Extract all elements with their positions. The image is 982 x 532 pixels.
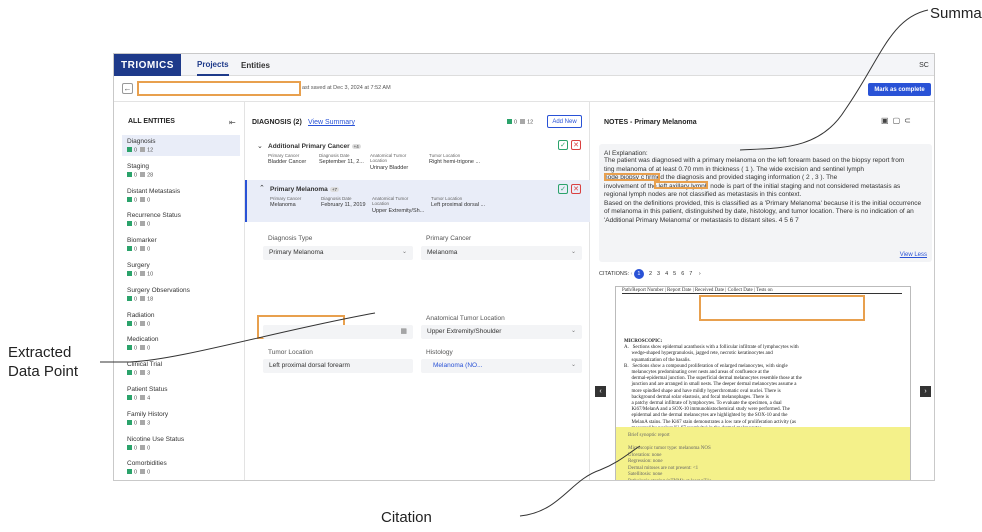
- extracted-callout-line: [100, 312, 376, 363]
- annotation-lines: [100, 9, 929, 517]
- citation-callout-line: [519, 445, 641, 517]
- summary-callout-line: [739, 9, 929, 151]
